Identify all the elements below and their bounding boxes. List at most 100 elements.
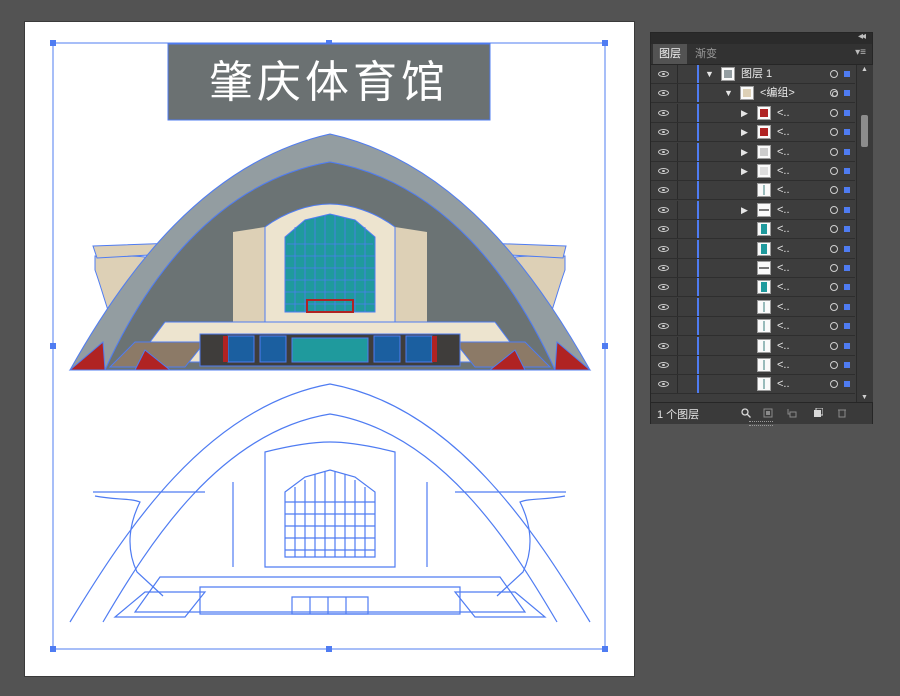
layer-name[interactable]: <..: [777, 317, 790, 335]
layer-row[interactable]: ▶ <..: [651, 162, 855, 181]
layer-row[interactable]: <..: [651, 317, 855, 337]
lock-column[interactable]: [677, 297, 678, 316]
tab-layers[interactable]: 图层: [653, 44, 687, 64]
target-circle-icon[interactable]: [830, 128, 838, 137]
visibility-eye-icon[interactable]: [658, 129, 669, 136]
target-circle-icon[interactable]: [830, 264, 838, 272]
layer-row[interactable]: <..: [651, 259, 855, 278]
lock-column[interactable]: [677, 356, 678, 374]
make-clipping-mask-icon[interactable]: [763, 408, 773, 418]
layer-row-layer1[interactable]: ▼ 图层 1: [651, 65, 855, 84]
target-circle-icon[interactable]: [830, 322, 838, 331]
layer-name[interactable]: <..: [777, 220, 790, 238]
layer-row[interactable]: <..: [651, 181, 855, 201]
layer-name[interactable]: <..: [777, 259, 790, 277]
artwork-canvas[interactable]: 肇庆体育馆: [25, 22, 634, 676]
visibility-eye-icon[interactable]: [658, 245, 669, 252]
selection-indicator[interactable]: [844, 109, 850, 116]
visibility-eye-icon[interactable]: [658, 90, 669, 97]
target-circle-icon[interactable]: [830, 302, 838, 311]
target-circle-icon[interactable]: [830, 225, 838, 234]
selection-indicator[interactable]: [844, 90, 850, 97]
disclosure-closed-icon[interactable]: ▶: [741, 165, 748, 177]
visibility-eye-icon[interactable]: [658, 381, 669, 388]
layer-name[interactable]: <..: [777, 201, 790, 219]
layer-row[interactable]: ▶ <..: [651, 142, 855, 162]
selection-indicator[interactable]: [844, 303, 850, 310]
layer-name[interactable]: <..: [777, 356, 790, 374]
visibility-eye-icon[interactable]: [658, 265, 669, 271]
layer-name[interactable]: <..: [777, 337, 790, 355]
layer-name[interactable]: <..: [777, 278, 790, 296]
visibility-eye-icon[interactable]: [658, 226, 669, 233]
layer-name[interactable]: <..: [777, 181, 790, 199]
title-box[interactable]: 肇庆体育馆: [167, 43, 491, 121]
search-icon[interactable]: [741, 408, 751, 418]
visibility-eye-icon[interactable]: [658, 71, 669, 77]
selection-indicator[interactable]: [844, 206, 850, 213]
artboard[interactable]: 肇庆体育馆: [25, 22, 634, 676]
selection-indicator[interactable]: [844, 168, 850, 174]
selection-indicator[interactable]: [844, 129, 850, 136]
layer-name[interactable]: <..: [777, 298, 790, 316]
visibility-eye-icon[interactable]: [658, 284, 669, 291]
lock-column[interactable]: [677, 239, 678, 258]
scroll-thumb[interactable]: [861, 115, 868, 147]
target-circle-icon[interactable]: [830, 283, 838, 292]
lock-column[interactable]: [677, 375, 678, 394]
layer-row[interactable]: ▶ <..: [651, 200, 855, 220]
visibility-eye-icon[interactable]: [658, 303, 669, 310]
selection-indicator[interactable]: [844, 284, 850, 291]
lock-column[interactable]: [677, 103, 678, 122]
lock-column[interactable]: [677, 181, 678, 200]
double-chevron-left-icon[interactable]: ◂◂: [858, 31, 866, 42]
visibility-eye-icon[interactable]: [658, 109, 669, 116]
selection-indicator[interactable]: [844, 226, 850, 233]
layer-row[interactable]: <..: [651, 375, 855, 395]
disclosure-closed-icon[interactable]: ▶: [741, 204, 748, 216]
target-circle-icon[interactable]: [830, 147, 838, 156]
target-circle-icon[interactable]: [830, 89, 838, 98]
lock-column[interactable]: [677, 336, 678, 355]
selection-indicator[interactable]: [844, 362, 850, 368]
panel-resize-grip[interactable]: [749, 421, 773, 426]
visibility-eye-icon[interactable]: [658, 342, 669, 349]
disclosure-open-icon[interactable]: ▼: [705, 68, 714, 80]
scroll-up-arrow-icon[interactable]: ▲: [861, 66, 868, 73]
layer-row[interactable]: ▶ <..: [651, 123, 855, 143]
disclosure-closed-icon[interactable]: ▶: [741, 107, 748, 119]
layer-row[interactable]: <..: [651, 239, 855, 259]
layer-row[interactable]: <..: [651, 278, 855, 298]
visibility-eye-icon[interactable]: [658, 362, 669, 368]
tab-gradient[interactable]: 渐变: [689, 44, 723, 64]
lock-column[interactable]: [677, 317, 678, 336]
layer-name[interactable]: 图层 1: [741, 65, 772, 83]
selection-indicator[interactable]: [844, 342, 850, 349]
selection-indicator[interactable]: [844, 187, 850, 194]
layer-row[interactable]: <..: [651, 336, 855, 356]
scroll-down-arrow-icon[interactable]: ▼: [861, 394, 868, 401]
disclosure-closed-icon[interactable]: ▶: [741, 146, 748, 158]
panel-title-bar[interactable]: ◂◂: [651, 31, 872, 44]
lock-column[interactable]: [677, 65, 678, 83]
lock-column[interactable]: [677, 84, 678, 103]
layer-name[interactable]: <..: [777, 104, 790, 122]
layer-name[interactable]: <..: [777, 143, 790, 161]
lock-column[interactable]: [677, 200, 678, 219]
layer-row[interactable]: <..: [651, 220, 855, 240]
layer-name[interactable]: <..: [777, 375, 790, 393]
target-circle-icon[interactable]: [830, 167, 838, 175]
visibility-eye-icon[interactable]: [658, 148, 669, 155]
trash-icon[interactable]: [837, 408, 847, 418]
visibility-eye-icon[interactable]: [658, 323, 669, 330]
target-circle-icon[interactable]: [830, 205, 838, 214]
layer-name[interactable]: <编组>: [760, 84, 795, 102]
lock-column[interactable]: [677, 123, 678, 142]
layer-row-group[interactable]: ▼ <编组>: [651, 84, 855, 104]
lock-column[interactable]: [677, 278, 678, 297]
new-layer-icon[interactable]: [813, 408, 823, 418]
layer-name[interactable]: <..: [777, 162, 790, 180]
layer-name[interactable]: <..: [777, 240, 790, 258]
layer-name[interactable]: <..: [777, 123, 790, 141]
target-circle-icon[interactable]: [830, 380, 838, 389]
